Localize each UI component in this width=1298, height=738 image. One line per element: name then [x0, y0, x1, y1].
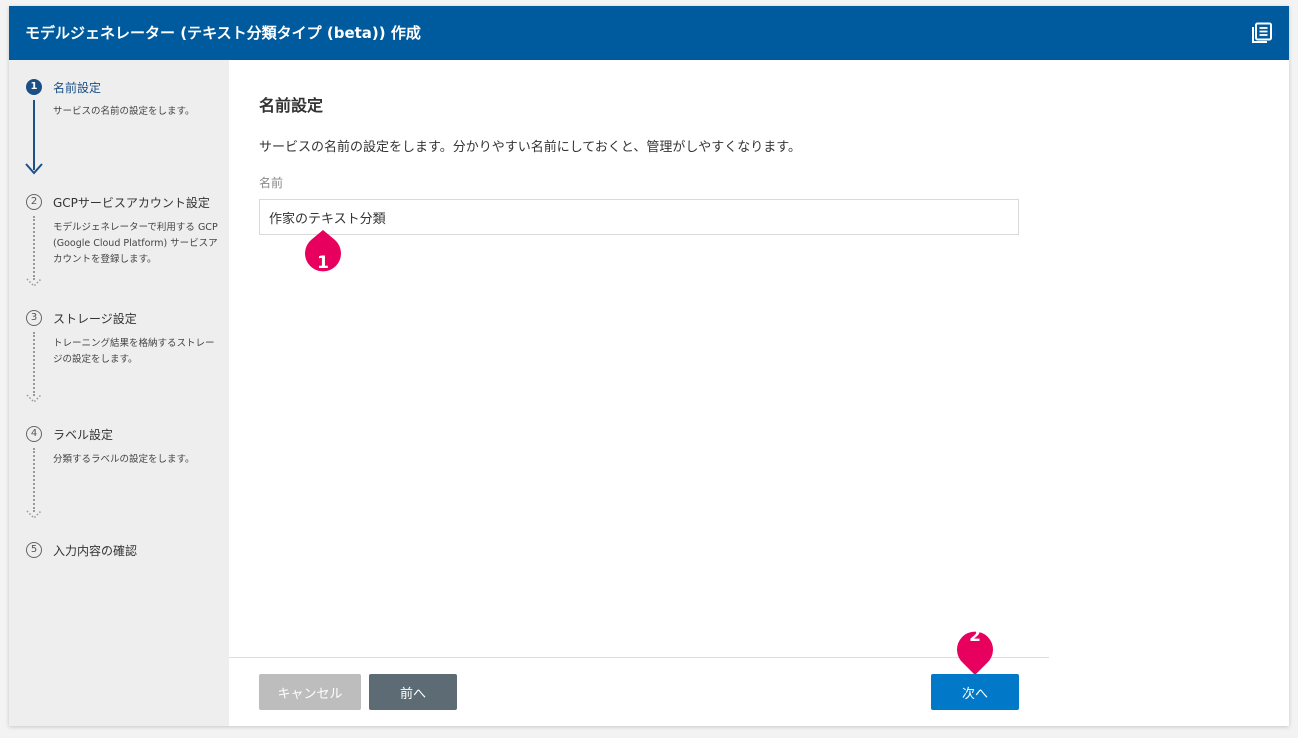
marker-number: 1 [317, 253, 329, 273]
footer-divider [229, 657, 1049, 658]
page-title: モデルジェネレーター (テキスト分類タイプ (beta)) 作成 [25, 24, 421, 42]
step-title: 入力内容の確認 [53, 544, 138, 558]
step-number: 3 [26, 310, 42, 326]
previous-button[interactable]: 前へ [369, 674, 457, 710]
step-number: 2 [26, 194, 42, 210]
step-connector [33, 448, 35, 512]
step-title: GCPサービスアカウント設定 [53, 196, 210, 210]
arrow-down-icon [26, 278, 42, 288]
step-sidebar: 1 名前設定 サービスの名前の設定をします。 2 GCPサービスアカウント設定 … [9, 60, 229, 726]
next-button[interactable]: 次へ [931, 674, 1019, 710]
annotation-marker-2: 2 [951, 619, 999, 677]
step-number: 4 [26, 426, 42, 442]
arrow-down-icon [26, 510, 42, 520]
section-title: 名前設定 [259, 96, 324, 115]
arrow-down-icon [26, 394, 42, 404]
step-description: トレーニング結果を格納するストレージの設定をします。 [53, 338, 215, 365]
step-description: サービスの名前の設定をします。 [53, 106, 195, 117]
step-title: ラベル設定 [53, 428, 114, 442]
annotation-marker-1: 1 [299, 228, 347, 286]
header-bar: モデルジェネレーター (テキスト分類タイプ (beta)) 作成 [9, 6, 1289, 60]
step-description: 分類するラベルの設定をします。 [53, 454, 195, 465]
step-description: モデルジェネレーターで利用する GCP (Google Cloud Platfo… [53, 222, 218, 265]
step-number: 5 [26, 542, 42, 558]
step-connector [33, 332, 35, 396]
step-title: ストレージ設定 [53, 312, 137, 326]
arrow-down-icon [25, 163, 43, 175]
name-input[interactable] [259, 199, 1019, 235]
step-title: 名前設定 [53, 81, 102, 95]
marker-number: 2 [969, 626, 981, 646]
document-icon[interactable] [1251, 22, 1273, 44]
modal-window: モデルジェネレーター (テキスト分類タイプ (beta)) 作成 1 名前設定 … [9, 6, 1289, 726]
main-content: 名前設定 サービスの名前の設定をします。分かりやすい名前にしておくと、管理がしや… [229, 60, 1289, 726]
name-field-label: 名前 [259, 176, 284, 190]
cancel-button[interactable]: キャンセル [259, 674, 361, 710]
step-number: 1 [26, 79, 42, 95]
step-connector [33, 216, 35, 280]
section-description: サービスの名前の設定をします。分かりやすい名前にしておくと、管理がしやすくなりま… [259, 140, 801, 155]
step-connector-active [33, 100, 35, 170]
